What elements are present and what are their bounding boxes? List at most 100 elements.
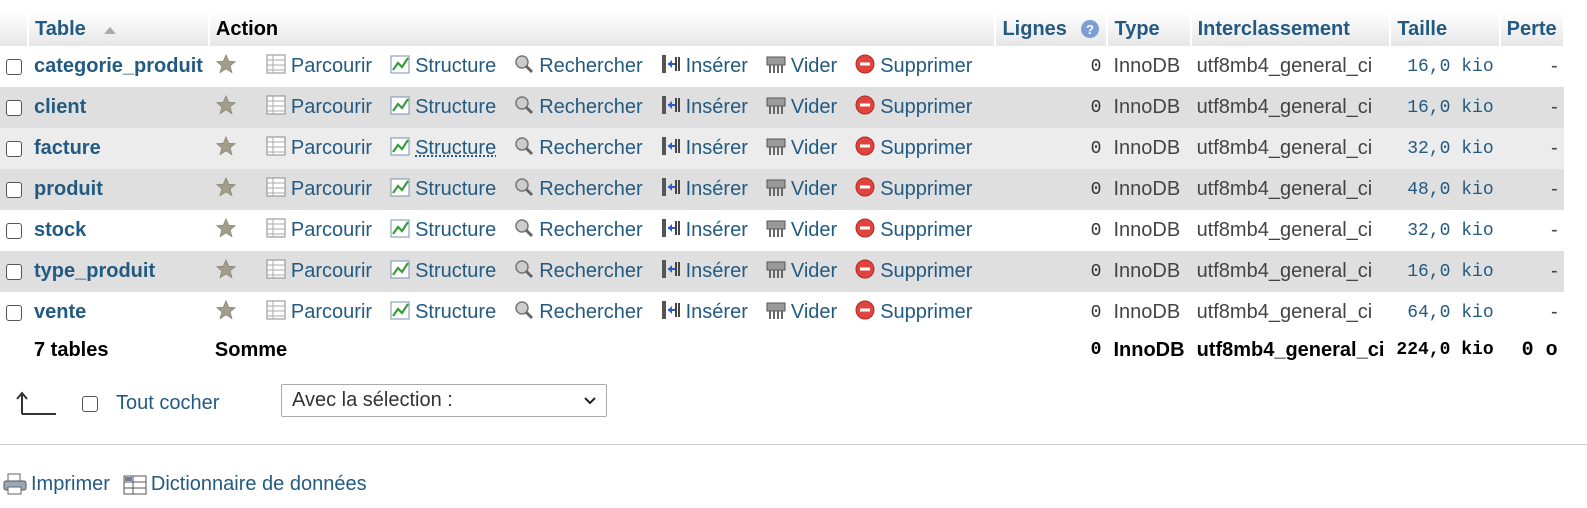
row-checkbox[interactable]: [6, 304, 22, 321]
favorite-button[interactable]: [215, 53, 241, 81]
empty-action[interactable]: Vider: [765, 135, 837, 163]
favorite-button[interactable]: [215, 176, 241, 204]
drop-action[interactable]: Supprimer: [854, 94, 972, 122]
insert-action[interactable]: Insérer: [660, 135, 748, 163]
structure-label[interactable]: Structure: [415, 260, 496, 283]
browse-label[interactable]: Parcourir: [291, 137, 372, 160]
drop-action[interactable]: Supprimer: [854, 135, 972, 163]
insert-label[interactable]: Insérer: [686, 260, 748, 283]
browse-action[interactable]: Parcourir: [265, 217, 372, 245]
empty-label[interactable]: Vider: [791, 178, 837, 201]
drop-action[interactable]: Supprimer: [854, 258, 972, 286]
table-size[interactable]: 32,0 kio: [1390, 210, 1500, 251]
table-name-link[interactable]: categorie_produit: [28, 46, 209, 87]
insert-label[interactable]: Insérer: [686, 55, 748, 78]
favorite-button[interactable]: [215, 258, 241, 286]
search-action[interactable]: Rechercher: [513, 53, 643, 81]
structure-label[interactable]: Structure: [415, 301, 496, 324]
favorite-button[interactable]: [215, 135, 241, 163]
col-header-interclassement[interactable]: Interclassement: [1190, 12, 1392, 46]
insert-action[interactable]: Insérer: [660, 299, 748, 327]
col-header-taille[interactable]: Taille: [1390, 12, 1501, 46]
empty-action[interactable]: Vider: [765, 94, 837, 122]
structure-label[interactable]: Structure: [415, 137, 496, 160]
empty-action[interactable]: Vider: [765, 217, 837, 245]
search-label[interactable]: Rechercher: [539, 178, 642, 201]
insert-action[interactable]: Insérer: [660, 94, 748, 122]
structure-label[interactable]: Structure: [415, 96, 496, 119]
data-dictionary-link[interactable]: Dictionnaire de données: [122, 472, 367, 496]
browse-label[interactable]: Parcourir: [291, 178, 372, 201]
data-dictionary-label[interactable]: Dictionnaire de données: [151, 473, 367, 496]
browse-label[interactable]: Parcourir: [291, 55, 372, 78]
favorite-button[interactable]: [215, 217, 241, 245]
table-size[interactable]: 48,0 kio: [1390, 169, 1500, 210]
search-label[interactable]: Rechercher: [539, 301, 642, 324]
empty-label[interactable]: Vider: [791, 301, 837, 324]
empty-label[interactable]: Vider: [791, 260, 837, 283]
insert-action[interactable]: Insérer: [660, 217, 748, 245]
drop-label[interactable]: Supprimer: [880, 178, 972, 201]
structure-action[interactable]: Structure: [389, 299, 496, 327]
browse-label[interactable]: Parcourir: [291, 260, 372, 283]
search-action[interactable]: Rechercher: [513, 258, 643, 286]
browse-label[interactable]: Parcourir: [291, 301, 372, 324]
table-size[interactable]: 32,0 kio: [1390, 128, 1500, 169]
table-name-link[interactable]: type_produit: [28, 251, 209, 292]
structure-label[interactable]: Structure: [415, 178, 496, 201]
insert-label[interactable]: Insérer: [686, 178, 748, 201]
insert-label[interactable]: Insérer: [686, 219, 748, 242]
empty-action[interactable]: Vider: [765, 299, 837, 327]
search-label[interactable]: Rechercher: [539, 96, 642, 119]
search-label[interactable]: Rechercher: [539, 219, 642, 242]
col-header-table[interactable]: Table: [28, 12, 210, 46]
favorite-button[interactable]: [215, 299, 241, 327]
drop-label[interactable]: Supprimer: [880, 55, 972, 78]
drop-action[interactable]: Supprimer: [854, 299, 972, 327]
table-size[interactable]: 16,0 kio: [1390, 87, 1500, 128]
check-all-label[interactable]: Tout cocher: [116, 392, 219, 415]
empty-label[interactable]: Vider: [791, 219, 837, 242]
table-name-link[interactable]: client: [28, 87, 209, 128]
browse-label[interactable]: Parcourir: [291, 219, 372, 242]
browse-action[interactable]: Parcourir: [265, 53, 372, 81]
table-name-link[interactable]: facture: [28, 128, 209, 169]
search-label[interactable]: Rechercher: [539, 137, 642, 160]
insert-action[interactable]: Insérer: [660, 53, 748, 81]
drop-action[interactable]: Supprimer: [854, 176, 972, 204]
search-label[interactable]: Rechercher: [539, 260, 642, 283]
browse-action[interactable]: Parcourir: [265, 94, 372, 122]
browse-action[interactable]: Parcourir: [265, 258, 372, 286]
row-checkbox[interactable]: [6, 222, 22, 239]
empty-action[interactable]: Vider: [765, 176, 837, 204]
drop-label[interactable]: Supprimer: [880, 96, 972, 119]
insert-label[interactable]: Insérer: [686, 137, 748, 160]
drop-label[interactable]: Supprimer: [880, 260, 972, 283]
empty-label[interactable]: Vider: [791, 137, 837, 160]
structure-action[interactable]: Structure: [389, 135, 496, 163]
table-name-link[interactable]: produit: [28, 169, 209, 210]
check-all[interactable]: Tout cocher: [82, 392, 219, 415]
favorite-button[interactable]: [215, 94, 241, 122]
with-selected-select[interactable]: Avec la sélection :: [281, 384, 607, 417]
row-checkbox[interactable]: [6, 181, 22, 198]
print-link[interactable]: Imprimer: [2, 472, 110, 496]
structure-action[interactable]: Structure: [389, 217, 496, 245]
structure-action[interactable]: Structure: [389, 258, 496, 286]
insert-label[interactable]: Insérer: [686, 301, 748, 324]
row-checkbox[interactable]: [6, 99, 22, 116]
col-header-type[interactable]: Type: [1107, 12, 1192, 46]
insert-action[interactable]: Insérer: [660, 258, 748, 286]
structure-action[interactable]: Structure: [389, 53, 496, 81]
table-size[interactable]: 16,0 kio: [1390, 46, 1500, 87]
row-checkbox[interactable]: [6, 140, 22, 157]
search-label[interactable]: Rechercher: [539, 55, 642, 78]
drop-label[interactable]: Supprimer: [880, 137, 972, 160]
structure-label[interactable]: Structure: [415, 219, 496, 242]
table-name-link[interactable]: stock: [28, 210, 209, 251]
search-action[interactable]: Rechercher: [513, 135, 643, 163]
empty-label[interactable]: Vider: [791, 96, 837, 119]
browse-label[interactable]: Parcourir: [291, 96, 372, 119]
insert-label[interactable]: Insérer: [686, 96, 748, 119]
table-size[interactable]: 16,0 kio: [1390, 251, 1500, 292]
